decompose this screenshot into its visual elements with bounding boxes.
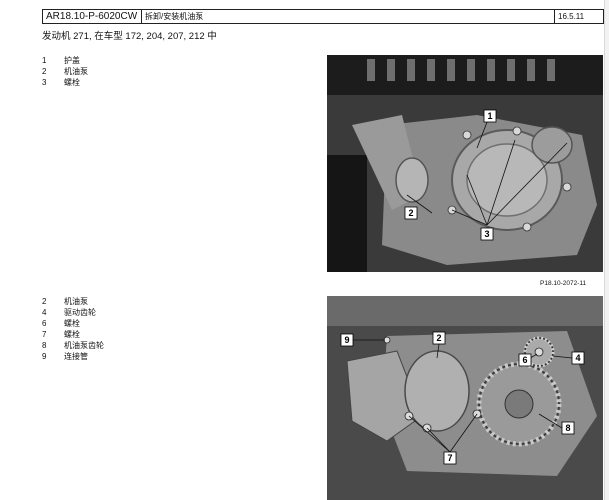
callout-label: 2 — [436, 333, 441, 343]
callout-label: 6 — [522, 355, 527, 365]
header-table: AR18.10-P-6020CW 拆卸/安装机油泵 16.5.11 — [42, 9, 604, 24]
document-number: AR18.10-P-6020CW — [43, 10, 142, 23]
engine-photo-2: 9 2 6 4 8 7 — [327, 296, 603, 500]
legend-item: 4 驱动齿轮 — [42, 308, 96, 317]
figure-reference-number: P18.10-2072-11 — [540, 280, 587, 287]
document-date: 16.5.11 — [558, 12, 585, 21]
legend-item: 1 护盖 — [42, 56, 80, 65]
legend-item: 2 机油泵 — [42, 297, 88, 306]
legend-item: 9 连接管 — [42, 352, 88, 361]
callout-label: 1 — [487, 111, 492, 121]
page-edge-bar — [604, 0, 609, 500]
engine-applicability: 发动机 271, 在车型 172, 204, 207, 212 中 — [42, 31, 217, 42]
legend-item: 7 螺栓 — [42, 330, 80, 339]
engine-photo-1: 1 2 3 — [327, 55, 603, 272]
legend-item: 3 螺栓 — [42, 78, 80, 87]
legend-figure-2: 2 机油泵 4 驱动齿轮 6 螺栓 7 螺栓 8 机油泵齿轮 9 连接管 — [42, 296, 104, 362]
legend-item: 2 机油泵 — [42, 67, 88, 76]
callout-label: 2 — [408, 208, 413, 218]
callout-label: 4 — [575, 353, 580, 363]
legend-item: 8 机油泵齿轮 — [42, 341, 104, 350]
callout-label: 7 — [447, 453, 452, 463]
legend-item: 6 螺栓 — [42, 319, 80, 328]
callout-label: 3 — [484, 229, 489, 239]
legend-figure-1: 1 护盖 2 机油泵 3 螺栓 — [42, 55, 88, 88]
document-title: 拆卸/安装机油泵 — [142, 10, 555, 23]
callout-label: 8 — [565, 423, 570, 433]
callout-label: 9 — [344, 335, 349, 345]
